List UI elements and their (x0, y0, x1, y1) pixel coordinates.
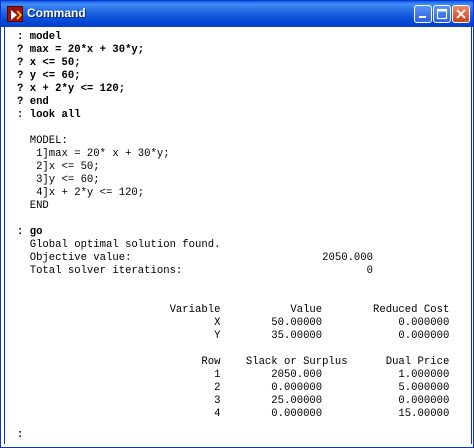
variable-table-row: X 50.00000 0.000000 (17, 317, 450, 329)
row-table-row: 3 25.00000 0.000000 (17, 395, 450, 407)
close-icon (456, 9, 466, 19)
console-input-line: ? end (17, 96, 49, 108)
command-window: Command : model? max = 20*x + 30*y;? x <… (0, 0, 474, 448)
title-bar[interactable]: Command (1, 1, 473, 27)
maximize-button[interactable] (433, 5, 451, 23)
console-input-line: ? max = 20*x + 30*y; (17, 44, 145, 56)
model-listing-line: 3]y <= 60; (17, 174, 100, 186)
solver-output-line: Objective value: 2050.000 (17, 252, 374, 264)
console-input-line: : look all (17, 109, 81, 121)
console-input-line: : go (17, 226, 43, 238)
model-listing-line: 4]x + 2*y <= 120; (17, 187, 145, 199)
row-table-row: 2 0.000000 5.000000 (17, 382, 450, 394)
window-title: Command (27, 6, 86, 20)
console-input-line: : model (17, 31, 62, 43)
row-table-row: 4 0.000000 15.00000 (17, 408, 450, 420)
variable-table-row: Y 35.00000 0.000000 (17, 330, 450, 342)
model-listing-line: 1]max = 20* x + 30*y; (17, 148, 170, 160)
model-listing-line: END (17, 200, 49, 212)
console-output: : model? max = 20*x + 30*y;? x <= 50;? y… (17, 31, 449, 421)
model-listing-line: 2]x <= 50; (17, 161, 100, 173)
row-table-row: 1 2050.000 1.000000 (17, 369, 450, 381)
command-console[interactable]: : model? max = 20*x + 30*y;? x <= 50;? y… (4, 27, 472, 444)
solver-output-line: Global optimal solution found. (17, 239, 221, 251)
row-table-header: Row Slack or Surplus Dual Price (17, 356, 450, 368)
command-prompt[interactable]: : (17, 429, 23, 441)
console-input-line: ? x <= 50; (17, 57, 81, 69)
minimize-button[interactable] (414, 5, 432, 23)
maximize-icon (436, 8, 448, 20)
model-listing-line: MODEL: (17, 135, 68, 147)
console-input-line: ? x + 2*y <= 120; (17, 83, 126, 95)
console-input-line: ? y <= 60; (17, 70, 81, 82)
lingo-app-icon[interactable] (7, 6, 23, 22)
variable-table-header: Variable Value Reduced Cost (17, 304, 450, 316)
close-button[interactable] (452, 5, 470, 23)
solver-output-line: Total solver iterations: 0 (17, 265, 374, 277)
minimize-icon (419, 16, 426, 18)
